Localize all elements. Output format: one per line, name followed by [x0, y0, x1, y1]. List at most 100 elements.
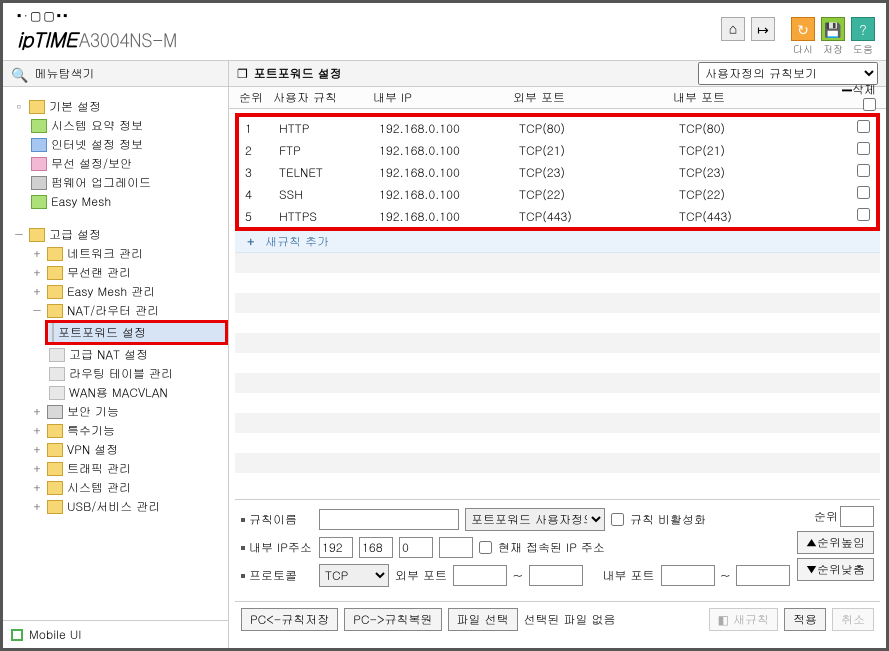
rules-highlight-box: 1HTTP192.168.0.100TCP(80)TCP(80)2FTP192.… — [235, 113, 880, 231]
refresh-button[interactable]: ↻다시 — [790, 17, 816, 56]
row-checkbox[interactable] — [857, 186, 870, 199]
cell-ext: TCP(80) — [519, 120, 679, 137]
model-name: A3004NS-M — [79, 28, 177, 53]
help-icon: ? — [851, 17, 875, 41]
home-button[interactable]: ⌂ — [720, 17, 746, 41]
cell-rule: HTTPS — [279, 208, 379, 225]
tree-item[interactable]: 무선 설정/보안 — [9, 154, 228, 173]
save-button[interactable]: 💾저장 — [820, 17, 846, 56]
order-label: 순위 — [814, 508, 838, 525]
add-rule-label: 새규칙 추가 — [265, 233, 329, 250]
copy-icon: ❐ — [237, 65, 248, 82]
add-rule-row[interactable]: + 새규칙 추가 — [235, 231, 880, 253]
row-checkbox[interactable] — [857, 208, 870, 221]
ip-c-input[interactable] — [399, 537, 433, 558]
tree-item[interactable]: +네트워크 관리 — [9, 244, 228, 263]
cell-int: TCP(22) — [679, 186, 820, 203]
header: ▪·▢▢▪▪ ipTIMEA3004NS-M ⌂ ↦ ↻다시 💾저장 ?도움 — [3, 3, 886, 61]
ext-port-from-input[interactable] — [453, 565, 507, 586]
ext-port-to-input[interactable] — [529, 565, 583, 586]
tree-item[interactable]: 시스템 요약 정보 — [9, 116, 228, 135]
ip-a-input[interactable] — [319, 537, 353, 558]
col-ip: 내부 IP — [373, 89, 513, 106]
file-select-button[interactable]: 파일 선택 — [448, 608, 518, 631]
tree-item[interactable]: Easy Mesh — [9, 192, 228, 211]
menu-tree: ▫기본 설정 시스템 요약 정보 인터넷 설정 정보 무선 설정/보안 펌웨어 … — [3, 87, 228, 620]
cancel-button[interactable]: 취소 — [832, 608, 874, 631]
col-order: 순위 — [239, 89, 273, 106]
ip-d-input[interactable] — [439, 537, 473, 558]
cell-ip: 192.168.0.100 — [379, 120, 519, 137]
select-all-checkbox[interactable] — [863, 98, 876, 111]
order-input[interactable] — [840, 506, 874, 527]
order-up-button[interactable]: ▲순위높임 — [797, 531, 874, 554]
rule-name-input[interactable] — [319, 509, 459, 530]
table-row[interactable]: 3TELNET192.168.0.100TCP(23)TCP(23) — [239, 161, 876, 183]
sidebar-footer[interactable]: Mobile UI — [3, 620, 228, 648]
cell-int: TCP(80) — [679, 120, 820, 137]
cell-order: 4 — [245, 186, 279, 203]
table-row[interactable]: 1HTTP192.168.0.100TCP(80)TCP(80) — [239, 117, 876, 139]
cell-rule: FTP — [279, 142, 379, 159]
save-rules-pc-button[interactable]: PC<-규칙저장 — [241, 608, 338, 631]
cell-rule: TELNET — [279, 164, 379, 181]
row-checkbox[interactable] — [857, 164, 870, 177]
tree-basic[interactable]: ▫기본 설정 — [9, 97, 228, 116]
apply-button[interactable]: 적용 — [784, 608, 826, 631]
tree-nat[interactable]: −NAT/라우터 관리 — [9, 301, 228, 320]
protocol-label: 프로토콜 — [249, 567, 297, 584]
order-down-button[interactable]: ▼순위낮춤 — [797, 558, 874, 581]
row-checkbox[interactable] — [857, 120, 870, 133]
tree-item[interactable]: +VPN 설정 — [9, 440, 228, 459]
search-icon: 🔍 — [11, 64, 28, 84]
cell-ip: 192.168.0.100 — [379, 142, 519, 159]
mobile-ui-link[interactable]: Mobile UI — [29, 626, 82, 643]
tree-item[interactable]: +특수기능 — [9, 421, 228, 440]
int-port-from-input[interactable] — [661, 565, 715, 586]
tree-item[interactable]: +트래픽 관리 — [9, 459, 228, 478]
int-port-to-input[interactable] — [736, 565, 790, 586]
tree-item[interactable]: +무선랜 관리 — [9, 263, 228, 282]
home-icon: ⌂ — [721, 17, 745, 41]
rule-name-label: 규칙이름 — [249, 511, 297, 528]
cell-int: TCP(23) — [679, 164, 820, 181]
tree-item[interactable]: 인터넷 설정 정보 — [9, 135, 228, 154]
help-button[interactable]: ?도움 — [850, 17, 876, 56]
tree-item[interactable]: +시스템 관리 — [9, 478, 228, 497]
cell-ext: TCP(23) — [519, 164, 679, 181]
table-row[interactable]: 4SSH192.168.0.100TCP(22)TCP(22) — [239, 183, 876, 205]
pf-template-select[interactable]: 포트포워드 사용자정의 — [465, 508, 605, 531]
cell-rule: HTTP — [279, 120, 379, 137]
ip-b-input[interactable] — [359, 537, 393, 558]
cell-order: 5 — [245, 208, 279, 225]
tree-item[interactable]: 라우팅 테이블 관리 — [9, 364, 228, 383]
mobile-icon — [11, 629, 23, 641]
tree-item[interactable]: +Easy Mesh 관리 — [9, 282, 228, 301]
current-ip-checkbox[interactable] — [479, 541, 492, 554]
cell-int: TCP(21) — [679, 142, 820, 159]
logout-button[interactable]: ↦ — [750, 17, 776, 41]
save-icon: 💾 — [821, 17, 845, 41]
table-header: 순위 사용자 규칙 내부 IP 외부 포트 내부 포트 ▬삭제 — [229, 87, 886, 109]
tree-item[interactable]: WAN용 MACVLAN — [9, 383, 228, 402]
int-port-label: 내부 포트 — [603, 567, 655, 584]
disable-checkbox[interactable] — [611, 513, 624, 526]
protocol-select[interactable]: TCP — [319, 564, 389, 587]
tree-item[interactable]: 펌웨어 업그레이드 — [9, 173, 228, 192]
table-row[interactable]: 2FTP192.168.0.100TCP(21)TCP(21) — [239, 139, 876, 161]
col-rule: 사용자 규칙 — [273, 89, 373, 106]
row-checkbox[interactable] — [857, 142, 870, 155]
tree-item[interactable]: +USB/서비스 관리 — [9, 497, 228, 516]
tree-item[interactable]: 고급 NAT 설정 — [9, 345, 228, 364]
table-row[interactable]: 5HTTPS192.168.0.100TCP(443)TCP(443) — [239, 205, 876, 227]
tree-portforward-selected[interactable]: 포트포워드 설정 — [9, 320, 228, 345]
ext-port-label: 외부 포트 — [395, 567, 447, 584]
main-panel: ❐ 포트포워드 설정 사용자정의 규칙보기 순위 사용자 규칙 내부 IP 외부… — [229, 61, 886, 648]
empty-rows — [235, 253, 880, 493]
int-ip-label: 내부 IP주소 — [249, 539, 312, 556]
tree-advanced[interactable]: −고급 설정 — [9, 225, 228, 244]
tree-item[interactable]: +보안 기능 — [9, 402, 228, 421]
new-rule-button[interactable]: ◧ 새규칙 — [709, 608, 778, 631]
plus-icon: + — [247, 233, 265, 250]
load-rules-pc-button[interactable]: PC->규칙복원 — [344, 608, 441, 631]
